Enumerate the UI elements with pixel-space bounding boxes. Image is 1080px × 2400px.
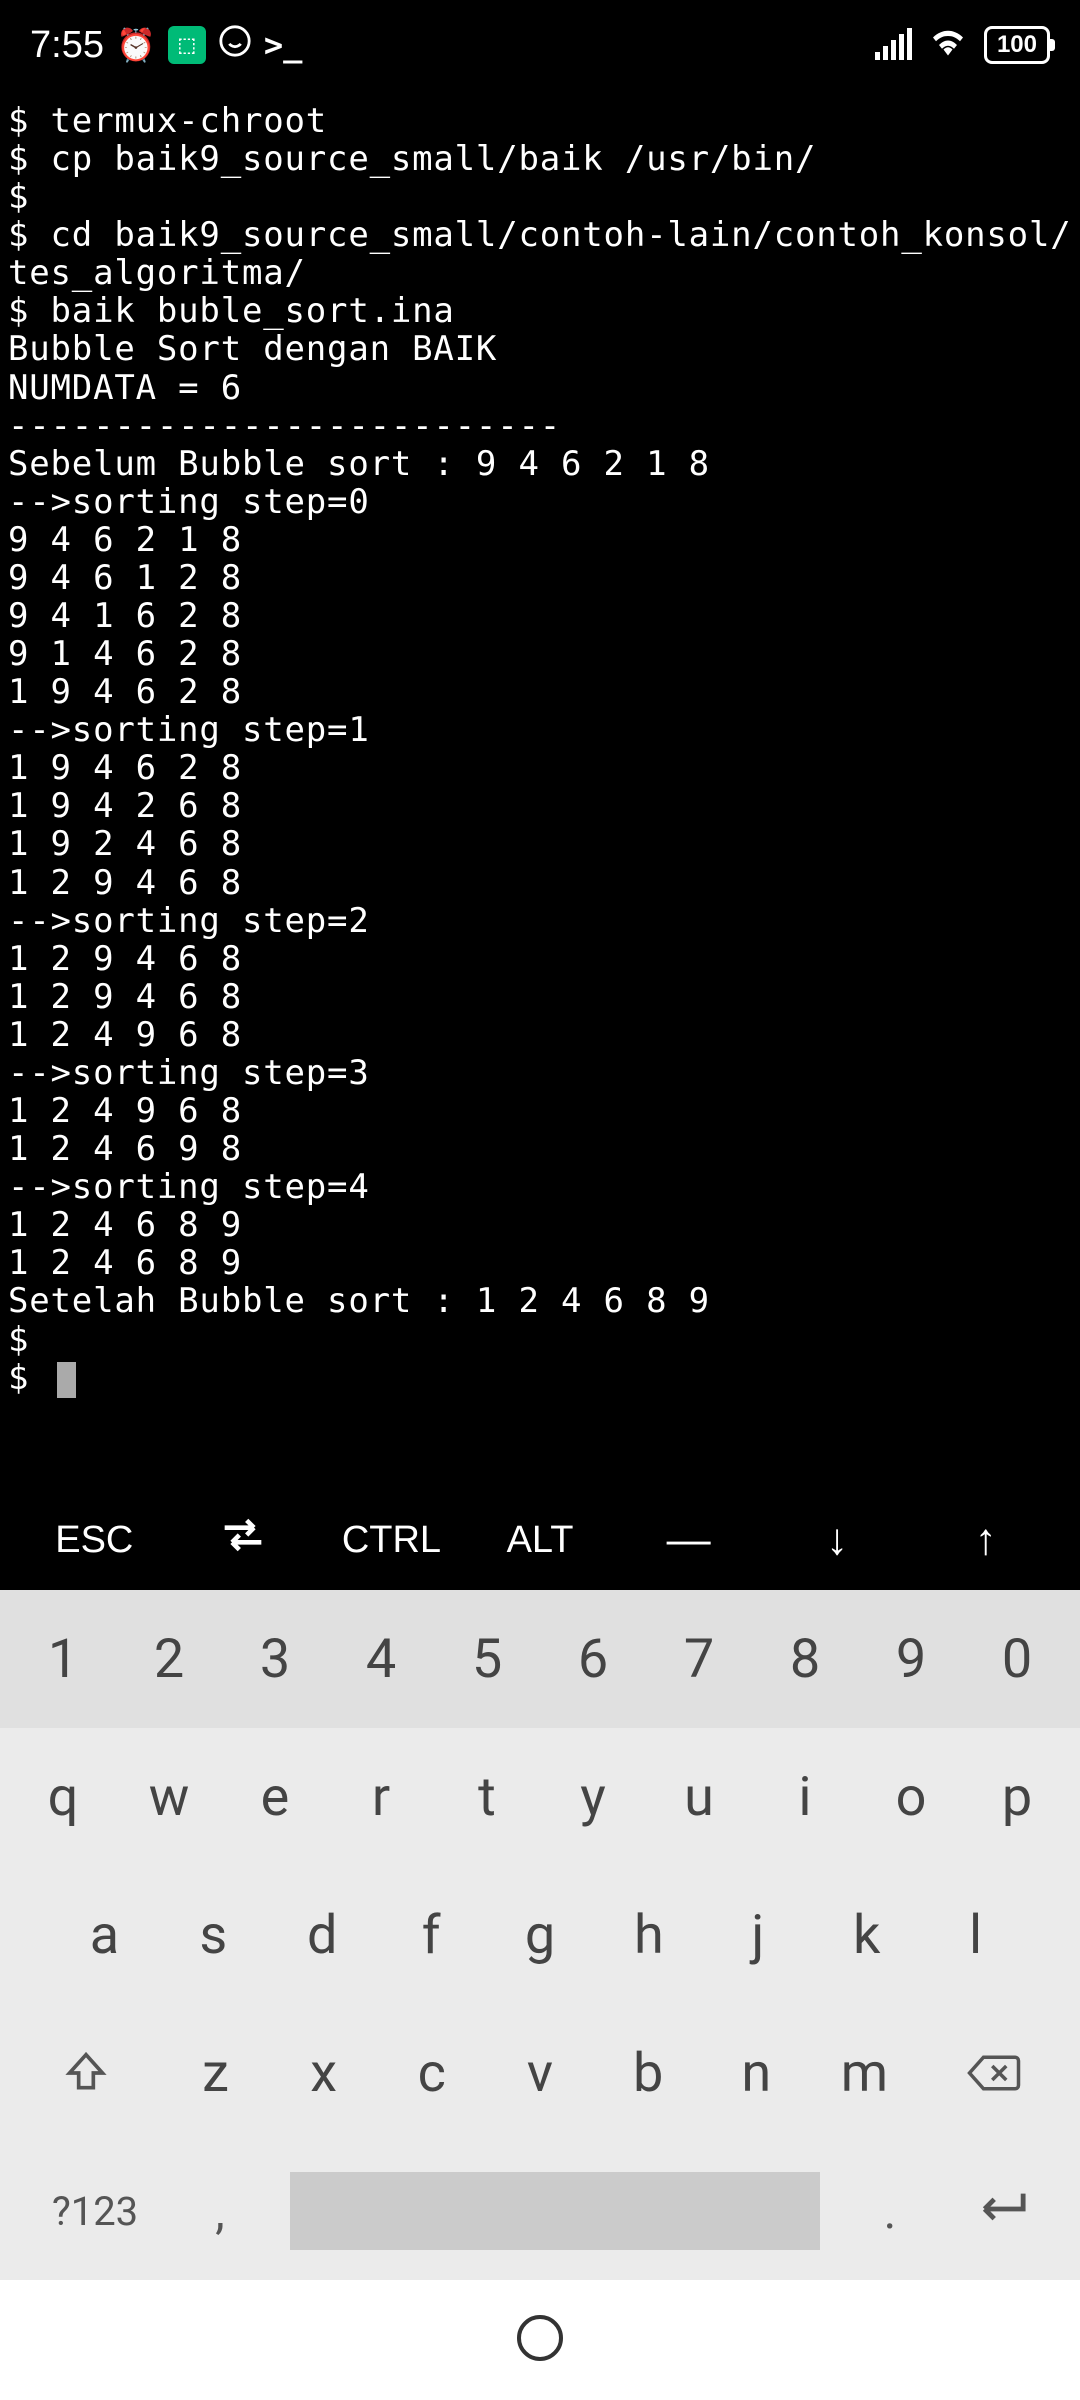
soft-keyboard: 1234567890 qwertyuiop asdfghjkl zxcvbnm … [0, 1590, 1080, 2280]
key-p[interactable]: p [964, 1728, 1070, 1866]
key-x[interactable]: x [270, 2042, 378, 2105]
key-q[interactable]: q [10, 1728, 116, 1866]
key-k[interactable]: k [812, 1866, 921, 2004]
key-w[interactable]: w [116, 1728, 222, 1866]
key-z[interactable]: z [161, 2042, 269, 2105]
key-b[interactable]: b [594, 2042, 702, 2105]
key-r[interactable]: r [328, 1728, 434, 1866]
key-s[interactable]: s [159, 1866, 268, 2004]
space-key[interactable] [290, 2172, 820, 2250]
key-g[interactable]: g [486, 1866, 595, 2004]
key-8[interactable]: 8 [752, 1590, 858, 1728]
symbols-key[interactable]: ?123 [30, 2188, 160, 2235]
ctrl-key[interactable]: CTRL [317, 1519, 466, 1562]
extra-keys-row: ESC CTRL ALT — ↓ ↑ [0, 1490, 1080, 1590]
battery-icon: 100 [984, 26, 1050, 64]
key-0[interactable]: 0 [964, 1590, 1070, 1728]
key-4[interactable]: 4 [328, 1590, 434, 1728]
wifi-icon [930, 26, 966, 64]
key-5[interactable]: 5 [434, 1590, 540, 1728]
up-arrow-key[interactable]: ↑ [911, 1515, 1060, 1565]
key-2[interactable]: 2 [116, 1590, 222, 1728]
terminal-output[interactable]: $ termux-chroot $ cp baik9_source_small/… [0, 90, 1080, 1398]
key-9[interactable]: 9 [858, 1590, 964, 1728]
enter-key[interactable] [950, 2188, 1050, 2234]
keyboard-row-asdf: asdfghjkl [0, 1866, 1080, 2004]
key-a[interactable]: a [50, 1866, 159, 2004]
navigation-bar [0, 2280, 1080, 2400]
status-bar: 7:55 ⏰ ⬚ >_ 100 [0, 0, 1080, 90]
key-j[interactable]: j [703, 1866, 812, 2004]
esc-key[interactable]: ESC [20, 1519, 169, 1562]
alt-key[interactable]: ALT [466, 1519, 615, 1562]
whatsapp-icon [218, 24, 252, 66]
key-y[interactable]: y [540, 1728, 646, 1866]
key-6[interactable]: 6 [540, 1590, 646, 1728]
key-l[interactable]: l [921, 1866, 1030, 2004]
shift-key[interactable] [10, 2004, 161, 2142]
key-f[interactable]: f [377, 1866, 486, 2004]
key-3[interactable]: 3 [222, 1590, 328, 1728]
key-h[interactable]: h [594, 1866, 703, 2004]
dash-key[interactable]: — [614, 1515, 763, 1565]
key-e[interactable]: e [222, 1728, 328, 1866]
key-c[interactable]: c [378, 2042, 486, 2105]
status-time: 7:55 [30, 24, 104, 67]
home-button[interactable] [517, 2315, 563, 2365]
keyboard-row-numbers: 1234567890 [0, 1590, 1080, 1728]
key-m[interactable]: m [810, 2042, 918, 2105]
backspace-key[interactable] [919, 2004, 1070, 2142]
tab-key[interactable] [169, 1516, 318, 1564]
app-icon: ⬚ [168, 26, 206, 64]
cursor [57, 1362, 76, 1398]
key-u[interactable]: u [646, 1728, 752, 1866]
key-i[interactable]: i [752, 1728, 858, 1866]
key-o[interactable]: o [858, 1728, 964, 1866]
key-1[interactable]: 1 [10, 1590, 116, 1728]
key-t[interactable]: t [434, 1728, 540, 1866]
comma-key[interactable]: , [180, 2183, 260, 2240]
key-7[interactable]: 7 [646, 1590, 752, 1728]
key-v[interactable]: v [486, 2042, 594, 2105]
down-arrow-key[interactable]: ↓ [763, 1515, 912, 1565]
key-d[interactable]: d [268, 1866, 377, 2004]
terminal-icon: >_ [264, 26, 303, 64]
keyboard-row-qwerty: qwertyuiop [0, 1728, 1080, 1866]
key-n[interactable]: n [702, 2042, 810, 2105]
keyboard-row-bottom: ?123 , . [0, 2142, 1080, 2280]
signal-icon [875, 30, 912, 60]
keyboard-row-zxcv: zxcvbnm [0, 2004, 1080, 2142]
alarm-icon: ⏰ [116, 26, 156, 64]
period-key[interactable]: . [850, 2183, 930, 2240]
